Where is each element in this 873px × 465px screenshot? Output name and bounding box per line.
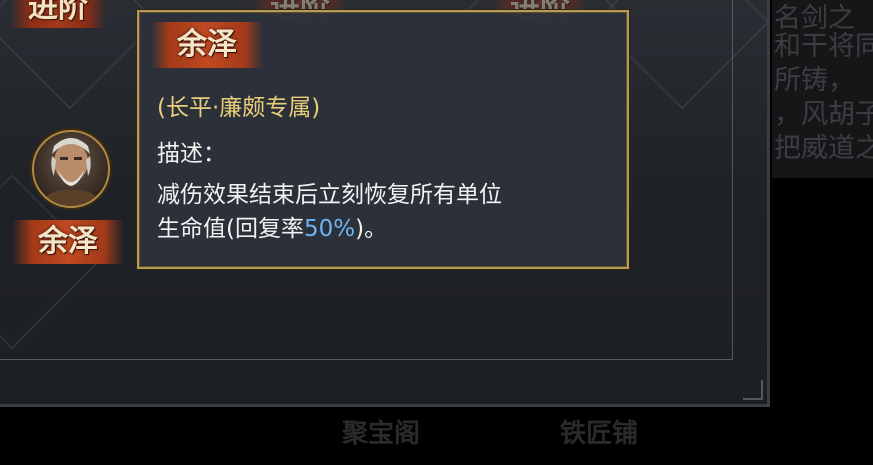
advance-button[interactable]: 进阶 [10,0,106,28]
story-line: 把威道之 [774,133,873,164]
story-text-panel: 名剑之 和干将同 所铸， ，风胡子 把威道之 [772,0,873,178]
tooltip-description-line: 减伤效果结束后立刻恢复所有单位 [157,182,502,208]
panel-corner-ornament [743,380,763,400]
old-general-portrait-icon [42,138,100,206]
recovery-rate-value: 50% [303,216,356,242]
tooltip-text: )。 [355,216,388,242]
item-tooltip: 余泽 (长平·廉颇专属) 描述： 减伤效果结束后立刻恢复所有单位 生命值(回复率… [137,10,629,269]
tooltip-subtitle: (长平·廉颇专属) [157,95,321,121]
hero-name-banner: 余泽 [12,220,124,264]
tab-blacksmith[interactable]: 铁匠铺 [560,413,638,450]
tooltip-description-line: 生命值(回复率50%)。 [157,212,617,246]
tooltip-description-label: 描述： [157,141,226,167]
tooltip-title: 余泽 [151,22,263,68]
tooltip-text: 生命值(回复率 [157,216,304,242]
tab-treasure-pavilion[interactable]: 聚宝阁 [342,413,420,450]
tooltip-description: 减伤效果结束后立刻恢复所有单位 生命值(回复率50%)。 [157,178,617,246]
hero-avatar[interactable] [32,130,110,208]
